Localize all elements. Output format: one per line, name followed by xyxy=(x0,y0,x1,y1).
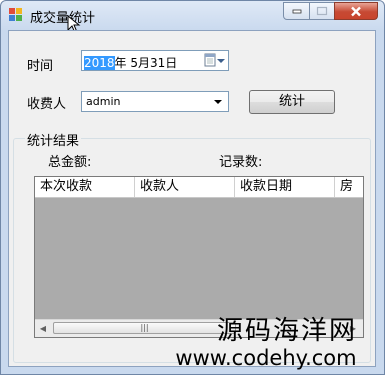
column-header-room[interactable]: 房 xyxy=(335,177,363,197)
total-amount-label: 总金额: xyxy=(48,155,92,170)
maximize-button[interactable] xyxy=(309,2,335,20)
column-header-date[interactable]: 收款日期 xyxy=(235,177,335,197)
column-header-payee[interactable]: 收款人 xyxy=(135,177,235,197)
results-group-title: 统计结果 xyxy=(25,130,82,149)
watermark-title: 源码海洋网 xyxy=(217,316,358,346)
app-icon xyxy=(9,8,23,21)
time-label: 时间 xyxy=(27,59,54,74)
record-count-label: 记录数: xyxy=(219,155,263,170)
payee-select[interactable]: admin xyxy=(81,91,229,112)
table-header: 本次收款 收款人 收款日期 房 xyxy=(35,177,363,198)
payee-label: 收费人 xyxy=(27,97,67,112)
stats-button[interactable]: 统计 xyxy=(249,90,335,114)
maximize-icon xyxy=(310,3,334,19)
minimize-icon xyxy=(284,3,309,19)
close-icon xyxy=(335,3,377,19)
scroll-left-icon[interactable]: ◀ xyxy=(37,322,49,335)
column-header-amount[interactable]: 本次收款 xyxy=(35,177,135,197)
date-value: 2018年 5月31日 xyxy=(84,54,177,71)
date-picker[interactable]: 2018年 5月31日 xyxy=(81,50,229,71)
date-year-selected: 2018 xyxy=(84,56,115,70)
minimize-button[interactable] xyxy=(283,2,310,20)
close-button[interactable] xyxy=(334,2,378,20)
date-remainder: 年 5月31日 xyxy=(114,56,178,70)
results-table[interactable]: 本次收款 收款人 收款日期 房 ◀ ||| ▶ xyxy=(34,176,364,338)
site-watermark: 源码海洋网 www.codehy.com xyxy=(175,316,357,370)
window-title: 成交量统计 xyxy=(30,11,96,26)
calendar-dropdown-icon[interactable] xyxy=(204,53,226,68)
watermark-url: www.codehy.com xyxy=(175,346,357,370)
payee-select-value: admin xyxy=(86,95,121,108)
title-bar[interactable]: 成交量统计 xyxy=(1,1,384,29)
chevron-down-icon xyxy=(214,100,222,104)
